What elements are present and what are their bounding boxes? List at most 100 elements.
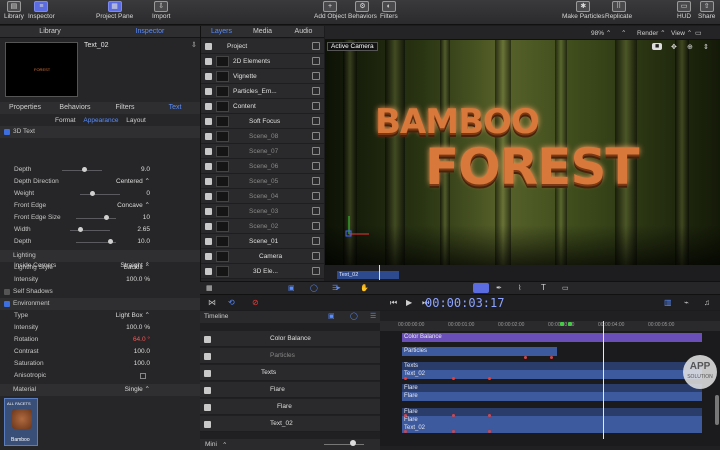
layer-row[interactable]: Vignette xyxy=(201,69,324,84)
pen-tool-icon[interactable]: ✒ xyxy=(496,284,502,292)
anisotropic-checkbox[interactable] xyxy=(140,373,146,379)
record-icon[interactable]: ⊘ xyxy=(252,298,259,307)
shape-tool-icon[interactable] xyxy=(473,283,489,293)
prop-slider-thumb[interactable] xyxy=(78,227,83,232)
go-start-icon[interactable]: ⏮ xyxy=(390,298,397,308)
layer-visibility-checkbox[interactable] xyxy=(205,178,212,185)
timeline-scrollbar[interactable] xyxy=(715,395,719,425)
env-row[interactable]: Saturation 100.0 xyxy=(0,358,200,370)
prop-slider[interactable] xyxy=(70,227,110,232)
timeline-playhead[interactable] xyxy=(603,321,604,439)
timeline-bar[interactable]: Flare xyxy=(402,392,702,401)
timeline-row[interactable]: Flare xyxy=(200,399,380,415)
timeline-row[interactable]: Color Balance xyxy=(200,331,380,347)
layer-row[interactable]: Scene_08 xyxy=(201,129,324,144)
audio-timeline-icon[interactable]: ♫ xyxy=(704,298,710,307)
play-icon[interactable]: ▶ xyxy=(406,298,412,307)
record-options-icon[interactable]: ⋈ xyxy=(208,298,216,307)
layer-row[interactable]: Scene_05 xyxy=(201,174,324,189)
prop-slider-thumb[interactable] xyxy=(90,191,95,196)
env-row[interactable]: Intensity 100.0 % xyxy=(0,322,200,334)
pan-icon[interactable]: ✥ xyxy=(671,43,677,51)
view-layout-icon[interactable]: ▭ xyxy=(695,29,702,37)
prop-row[interactable]: Front Edge Concave ⌃ xyxy=(0,200,200,212)
mini-chevron-icon[interactable]: ⌃ xyxy=(222,441,227,449)
3d-text-checkbox[interactable] xyxy=(4,129,10,135)
group-icon[interactable]: ▣ xyxy=(288,284,295,292)
prop-slider[interactable] xyxy=(80,191,120,196)
timeline-row-checkbox[interactable] xyxy=(204,404,211,411)
canvas-viewer[interactable]: Active Camera ■ ✥ ⊕ ⇕ BAMBOO FOREST xyxy=(325,40,720,265)
tab-library[interactable]: Library xyxy=(0,26,100,37)
keyframe-marker[interactable] xyxy=(524,356,527,359)
tab-behaviors[interactable]: Behaviors xyxy=(50,102,100,114)
layer-lock-icon[interactable] xyxy=(312,147,320,155)
env-value[interactable]: Light Box ⌃ xyxy=(116,310,150,322)
project-pane-button[interactable]: ▦ Project Pane xyxy=(96,1,133,20)
timeline-bar[interactable]: Text_02 xyxy=(402,370,702,379)
behaviors-button[interactable]: ⚙ Behaviors xyxy=(348,1,377,20)
layer-row[interactable]: Scene_03 xyxy=(201,204,324,219)
zoom-slider-thumb[interactable] xyxy=(350,440,356,446)
lighting-value[interactable]: 100.0 % xyxy=(126,274,150,286)
layer-visibility-checkbox[interactable] xyxy=(205,58,212,65)
self-shadows-row[interactable]: Self Shadows xyxy=(0,286,200,298)
layer-lock-icon[interactable] xyxy=(312,57,320,65)
prop-value[interactable]: Concave ⌃ xyxy=(117,200,150,212)
prop-value[interactable]: Centered ⌃ xyxy=(116,176,150,188)
prop-value[interactable]: 0 xyxy=(146,188,150,200)
import-button[interactable]: ⇩ Import xyxy=(152,1,170,20)
env-row[interactable]: Anisotropic xyxy=(0,370,200,382)
timeline-row[interactable]: Text_02 xyxy=(200,416,380,432)
layer-row[interactable]: Project xyxy=(201,39,324,54)
inspector-button[interactable]: ≡ Inspector xyxy=(28,1,55,20)
section-3d-text[interactable]: 3D Text xyxy=(0,126,200,138)
layer-row[interactable]: 2D Elements xyxy=(201,54,324,69)
layer-row[interactable]: Scene_02 xyxy=(201,219,324,234)
layer-row[interactable]: Content xyxy=(201,99,324,114)
tab-inspector[interactable]: Inspector xyxy=(100,26,200,37)
keyframe-marker[interactable] xyxy=(404,430,407,433)
layer-row[interactable]: Scene_07 xyxy=(201,144,324,159)
layer-lock-icon[interactable] xyxy=(312,162,320,170)
env-value[interactable]: 100.0 % xyxy=(126,322,150,334)
layer-lock-icon[interactable] xyxy=(312,87,320,95)
layer-lock-icon[interactable] xyxy=(312,252,320,260)
make-particles-button[interactable]: ✱ Make Particles xyxy=(562,1,605,20)
layer-visibility-checkbox[interactable] xyxy=(205,148,212,155)
material-select[interactable]: Single ⌃ xyxy=(125,384,150,396)
layer-visibility-checkbox[interactable] xyxy=(205,103,212,110)
keyframe-editor-icon[interactable]: ⌁ xyxy=(684,298,689,307)
view-select[interactable]: View ⌃ xyxy=(671,29,692,37)
env-value[interactable]: 100.0 xyxy=(134,358,150,370)
tab-text[interactable]: Text xyxy=(150,102,200,114)
layer-lock-icon[interactable] xyxy=(312,207,320,215)
timecode-display[interactable]: 00:00:03:17 xyxy=(425,296,504,310)
layer-lock-icon[interactable] xyxy=(312,72,320,80)
timeline-mask-icon[interactable]: ◯ xyxy=(350,312,358,320)
timeline-toggle-icon[interactable]: ▥ xyxy=(664,298,672,307)
env-row[interactable]: Type Light Box ⌃ xyxy=(0,310,200,322)
hand-tool-icon[interactable]: ✋ xyxy=(360,284,369,292)
zoom-select[interactable]: 98% ⌃ xyxy=(591,29,611,37)
active-camera-label[interactable]: Active Camera xyxy=(327,42,378,51)
play-range-in-marker[interactable] xyxy=(560,322,564,326)
keyframe-marker[interactable] xyxy=(550,356,553,359)
tab-filters[interactable]: Filters xyxy=(100,102,150,114)
tab-audio[interactable]: Audio xyxy=(283,26,324,37)
timeline-group-icon[interactable]: ▣ xyxy=(328,312,335,320)
play-range-out-marker[interactable] xyxy=(568,322,572,326)
layer-lock-icon[interactable] xyxy=(312,222,320,230)
environment-checkbox[interactable] xyxy=(4,301,10,307)
keyframe-marker[interactable] xyxy=(488,414,491,417)
layer-visibility-checkbox[interactable] xyxy=(205,253,212,260)
mini-playhead[interactable] xyxy=(379,265,380,280)
layer-visibility-checkbox[interactable] xyxy=(205,73,212,80)
prop-row[interactable]: Depth Direction Centered ⌃ xyxy=(0,176,200,188)
prop-slider[interactable] xyxy=(62,167,102,172)
layer-lock-icon[interactable] xyxy=(312,267,320,275)
mini-timeline[interactable]: Text_02 xyxy=(325,265,720,280)
tab-media[interactable]: Media xyxy=(242,26,283,37)
prop-slider-thumb[interactable] xyxy=(108,239,113,244)
timeline-bar[interactable]: Particles xyxy=(402,347,557,356)
